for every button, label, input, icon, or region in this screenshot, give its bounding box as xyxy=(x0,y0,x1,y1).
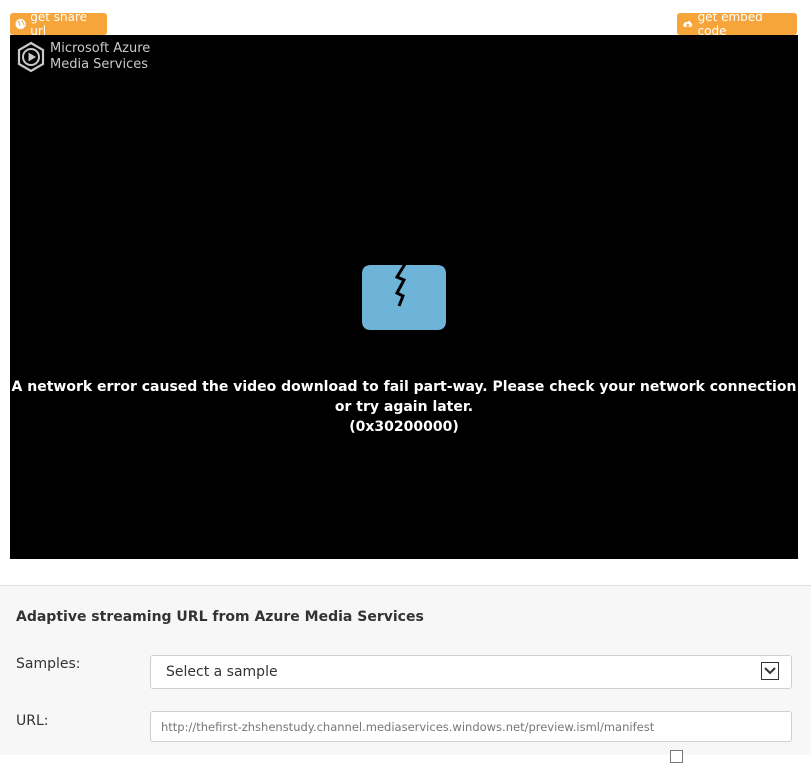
broken-screen-icon xyxy=(362,264,446,330)
media-services-logo-icon xyxy=(17,41,45,73)
samples-select[interactable]: Select a sample xyxy=(150,655,792,689)
brand-line-2: Media Services xyxy=(50,57,148,72)
samples-label: Samples: xyxy=(16,656,81,672)
error-message: A network error caused the video downloa… xyxy=(10,377,798,437)
embed-button-label: get embed code xyxy=(697,10,763,38)
url-input[interactable] xyxy=(150,711,792,742)
error-code: (0x30200000) xyxy=(349,419,459,435)
get-embed-code-button[interactable]: get embed code xyxy=(677,10,797,38)
error-text: A network error caused the video downloa… xyxy=(11,379,797,415)
chevron-down-icon[interactable] xyxy=(761,662,779,680)
brand-line-1: Microsoft Azure xyxy=(50,41,151,56)
video-player[interactable]: Microsoft Azure Media Services A network… xyxy=(10,35,798,559)
cloud-upload-icon xyxy=(683,21,693,29)
section-title: Adaptive streaming URL from Azure Media … xyxy=(16,609,424,625)
url-label: URL: xyxy=(16,713,49,729)
samples-selected-value: Select a sample xyxy=(166,664,278,680)
media-services-logo: Microsoft Azure Media Services xyxy=(16,41,150,73)
get-share-url-button[interactable]: get share url xyxy=(10,10,107,38)
option-checkbox[interactable] xyxy=(670,750,683,763)
share-button-label: get share url xyxy=(30,10,88,38)
globe-icon xyxy=(15,18,26,30)
